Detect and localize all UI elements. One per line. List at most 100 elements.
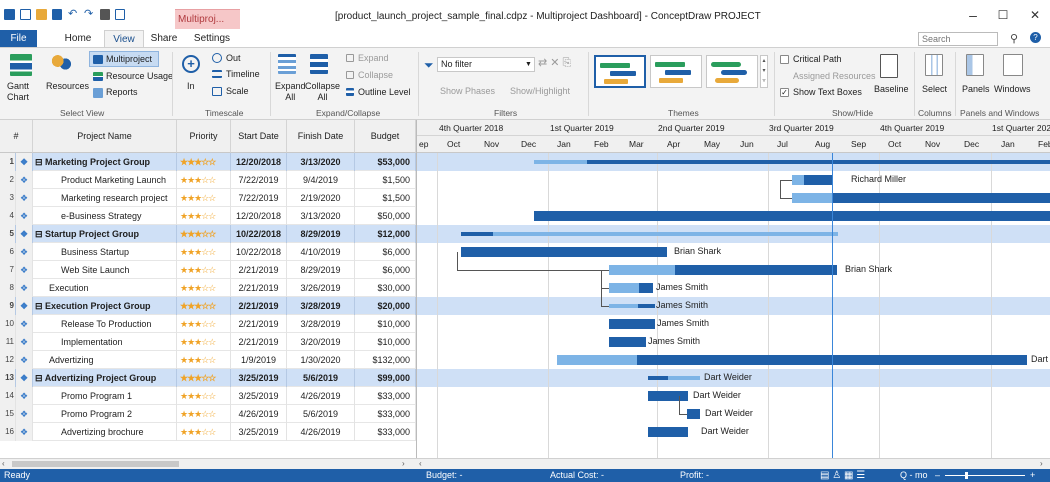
- priority-stars[interactable]: ★★★☆☆: [177, 297, 231, 315]
- project-name-cell[interactable]: e-Business Strategy: [33, 207, 177, 225]
- project-name-cell[interactable]: ⊟ Advertizing Project Group: [33, 369, 177, 387]
- table-row[interactable]: 4 ❖ e-Business Strategy ★★★☆☆ 12/20/2018 3/13…: [0, 207, 416, 225]
- finish-date-cell[interactable]: 4/26/2019: [287, 423, 355, 441]
- table-row[interactable]: 15 ❖ Promo Program 2 ★★★☆☆ 4/26/2019 5/6/2019…: [0, 405, 416, 423]
- table-row[interactable]: 12 ❖ Advertizing ★★★☆☆ 1/9/2019 1/30/2020 $132…: [0, 351, 416, 369]
- zoom-in-icon[interactable]: +: [1030, 469, 1035, 482]
- resources-icon[interactable]: [50, 54, 72, 74]
- start-date-cell[interactable]: 7/22/2019: [231, 171, 287, 189]
- project-name-cell[interactable]: ⊟ Execution Project Group: [33, 297, 177, 315]
- finish-date-cell[interactable]: 4/26/2019: [287, 387, 355, 405]
- group-row[interactable]: 1 ❖ ⊟ Marketing Project Group ★★★☆☆ 12/20/20…: [0, 153, 416, 171]
- finish-date-cell[interactable]: 9/4/2019: [287, 171, 355, 189]
- panels-icon[interactable]: [966, 54, 984, 76]
- priority-stars[interactable]: ★★★☆☆: [177, 387, 231, 405]
- table-row[interactable]: 10 ❖ Release To Production ★★★☆☆ 2/21/2019 3/…: [0, 315, 416, 333]
- group-row[interactable]: 5 ❖ ⊟ Startup Project Group ★★★☆☆ 10/22/2018…: [0, 225, 416, 243]
- project-name-cell[interactable]: Implementation: [33, 333, 177, 351]
- expand-button[interactable]: Expand: [358, 53, 389, 64]
- group-row[interactable]: 9 ❖ ⊟ Execution Project Group ★★★☆☆ 2/21/201…: [0, 297, 416, 315]
- table-row[interactable]: 8 ❖ Execution ★★★☆☆ 2/21/2019 3/26/2019 $30,00…: [0, 279, 416, 297]
- zoom-slider-thumb[interactable]: [965, 472, 968, 479]
- gantt-bar[interactable]: [461, 247, 667, 257]
- table-row[interactable]: 6 ❖ Business Startup ★★★☆☆ 10/22/2018 4/10/20…: [0, 243, 416, 261]
- priority-stars[interactable]: ★★★☆☆: [177, 153, 231, 171]
- column-header-finish[interactable]: Finish Date: [287, 120, 355, 153]
- start-date-cell[interactable]: 2/21/2019: [231, 261, 287, 279]
- project-name-cell[interactable]: Advertizing: [33, 351, 177, 369]
- project-name-cell[interactable]: ⊟ Marketing Project Group: [33, 153, 177, 171]
- budget-cell[interactable]: $30,000: [355, 279, 416, 297]
- gantt-chart[interactable]: 4th Quarter 2018 1st Quarter 2019 2nd Quar…: [416, 120, 1050, 458]
- scroll-thumb[interactable]: [12, 461, 179, 467]
- project-name-cell[interactable]: Web Site Launch: [33, 261, 177, 279]
- expand-icon[interactable]: [346, 54, 354, 62]
- help-icon[interactable]: ?: [1030, 32, 1041, 43]
- gantt-bar[interactable]: [609, 265, 675, 275]
- new-file-icon[interactable]: [20, 9, 31, 20]
- budget-cell[interactable]: $33,000: [355, 405, 416, 423]
- start-date-cell[interactable]: 2/21/2019: [231, 315, 287, 333]
- gantt-bar[interactable]: [609, 319, 655, 329]
- reports-button[interactable]: Reports: [106, 87, 138, 98]
- budget-cell[interactable]: $20,000: [355, 297, 416, 315]
- project-name-cell[interactable]: Product Marketing Launch: [33, 171, 177, 189]
- assigned-resources-label[interactable]: Assigned Resources: [793, 71, 876, 82]
- start-date-cell[interactable]: 7/22/2019: [231, 189, 287, 207]
- project-name-cell[interactable]: Promo Program 2: [33, 405, 177, 423]
- gantt-bar[interactable]: [648, 376, 668, 380]
- collapse-button[interactable]: Collapse: [358, 70, 393, 81]
- zoom-out-icon[interactable]: –: [935, 469, 940, 482]
- tab-settings[interactable]: Settings: [190, 30, 234, 47]
- gantt-bar[interactable]: [461, 232, 493, 236]
- zoom-slider[interactable]: [945, 475, 1025, 476]
- gantt-bar[interactable]: [609, 337, 646, 347]
- select-columns-button[interactable]: Select: [922, 84, 947, 95]
- budget-cell[interactable]: $99,000: [355, 369, 416, 387]
- gantt-bar[interactable]: [648, 391, 688, 401]
- timeline-button[interactable]: Timeline: [226, 69, 260, 80]
- resources-button[interactable]: Resources: [46, 81, 89, 92]
- gantt-bar[interactable]: [792, 175, 804, 185]
- theme-option-3[interactable]: [706, 55, 758, 88]
- column-header-num[interactable]: #: [0, 120, 33, 153]
- finish-date-cell[interactable]: 8/29/2019: [287, 225, 355, 243]
- gantt-bar[interactable]: [587, 160, 1050, 164]
- priority-stars[interactable]: ★★★☆☆: [177, 243, 231, 261]
- gantt-bar[interactable]: [792, 193, 832, 203]
- scale-button[interactable]: Scale: [226, 86, 249, 97]
- priority-stars[interactable]: ★★★☆☆: [177, 315, 231, 333]
- gantt-chart-icon[interactable]: [10, 54, 32, 76]
- finish-date-cell[interactable]: 3/13/2020: [287, 207, 355, 225]
- gantt-scroll-right-icon[interactable]: ›: [1040, 459, 1043, 468]
- start-date-cell[interactable]: 3/25/2019: [231, 423, 287, 441]
- budget-cell[interactable]: $1,500: [355, 189, 416, 207]
- scroll-left-icon[interactable]: ‹: [2, 459, 5, 468]
- print-preview-icon[interactable]: [115, 9, 125, 20]
- horizontal-scrollbar[interactable]: ‹ › ‹ ›: [0, 458, 1050, 469]
- gantt-bar[interactable]: [534, 211, 1050, 221]
- finish-date-cell[interactable]: 2/19/2020: [287, 189, 355, 207]
- table-row[interactable]: 2 ❖ Product Marketing Launch ★★★☆☆ 7/22/2019…: [0, 171, 416, 189]
- resource-usage-button[interactable]: Resource Usage: [106, 71, 173, 82]
- finish-date-cell[interactable]: 5/6/2019: [287, 405, 355, 423]
- budget-cell[interactable]: $33,000: [355, 387, 416, 405]
- start-date-cell[interactable]: 12/20/2018: [231, 153, 287, 171]
- filter-tools-icon[interactable]: ⇄ ✕ ⎘: [538, 58, 571, 69]
- finish-date-cell[interactable]: 3/28/2019: [287, 315, 355, 333]
- start-date-cell[interactable]: 2/21/2019: [231, 297, 287, 315]
- finish-date-cell[interactable]: 3/13/2020: [287, 153, 355, 171]
- gantt-chart-button[interactable]: Gantt Chart: [7, 81, 29, 103]
- tab-home[interactable]: Home: [60, 30, 96, 47]
- view-mode-icons[interactable]: ▤ ♙ ▦ ☰: [820, 469, 865, 482]
- gantt-bar[interactable]: [639, 283, 653, 293]
- finish-date-cell[interactable]: 3/20/2019: [287, 333, 355, 351]
- start-date-cell[interactable]: 3/25/2019: [231, 387, 287, 405]
- priority-stars[interactable]: ★★★☆☆: [177, 189, 231, 207]
- finish-date-cell[interactable]: 3/28/2019: [287, 297, 355, 315]
- show-phases-button[interactable]: Show Phases: [440, 86, 495, 97]
- expand-all-button[interactable]: Expand All: [275, 81, 306, 103]
- windows-button[interactable]: Windows: [994, 84, 1031, 95]
- gantt-bar[interactable]: [832, 193, 1050, 203]
- start-date-cell[interactable]: 2/21/2019: [231, 333, 287, 351]
